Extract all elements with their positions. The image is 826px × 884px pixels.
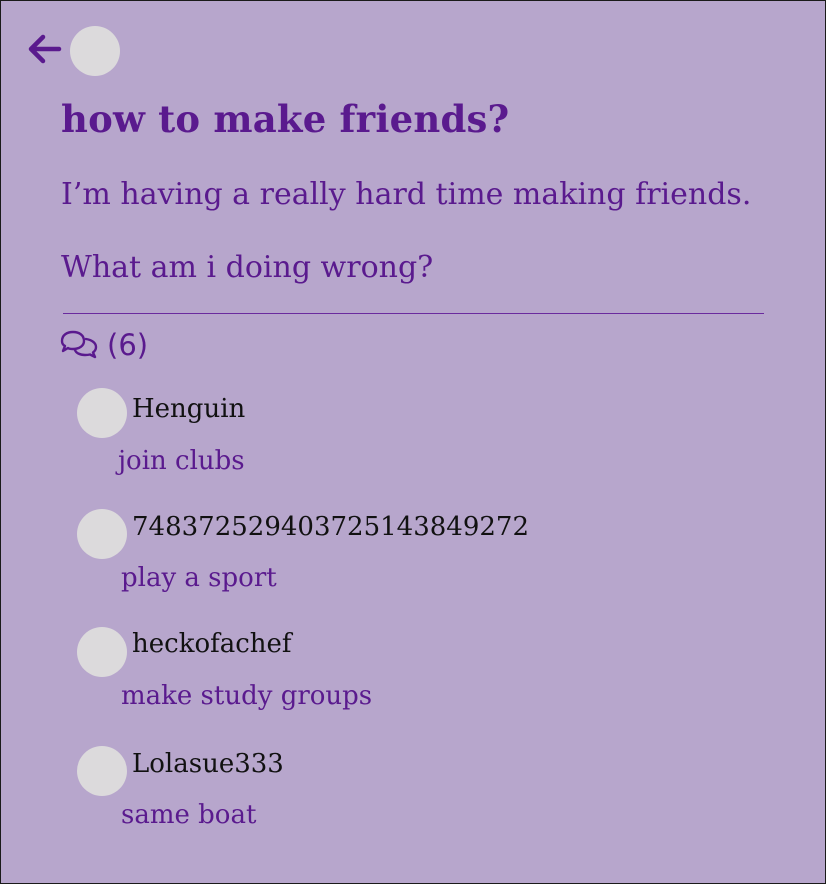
comment-text: join clubs <box>118 446 245 476</box>
comment-text: same boat <box>121 800 257 830</box>
comment-item: Lolasue333 same boat <box>77 746 777 846</box>
post-body-line: I’m having a really hard time making fri… <box>61 177 752 212</box>
comment-item: heckofachef make study groups <box>77 627 777 727</box>
comments-count-button[interactable]: (6) <box>59 327 148 363</box>
comment-item: Henguin join clubs <box>77 388 777 488</box>
avatar[interactable] <box>77 388 127 438</box>
comment-username[interactable]: heckofachef <box>132 629 292 659</box>
post-detail-screen: how to make friends? I’m having a really… <box>0 0 826 884</box>
comment-text: play a sport <box>121 563 277 593</box>
comment-text: make study groups <box>121 681 373 711</box>
author-avatar[interactable] <box>70 26 120 76</box>
post-title: how to make friends? <box>61 97 510 141</box>
post-body-line: What am i doing wrong? <box>61 250 434 285</box>
divider <box>63 313 764 314</box>
avatar[interactable] <box>77 509 127 559</box>
comment-username[interactable]: Henguin <box>132 394 245 424</box>
comment-username[interactable]: 748372529403725143849272 <box>132 512 529 542</box>
comments-count: (6) <box>107 328 149 362</box>
avatar[interactable] <box>77 746 127 796</box>
back-arrow-icon[interactable] <box>25 31 65 67</box>
avatar[interactable] <box>77 627 127 677</box>
comments-icon <box>59 330 99 360</box>
comment-item: 748372529403725143849272 play a sport <box>77 509 777 609</box>
comment-username[interactable]: Lolasue333 <box>132 749 284 779</box>
